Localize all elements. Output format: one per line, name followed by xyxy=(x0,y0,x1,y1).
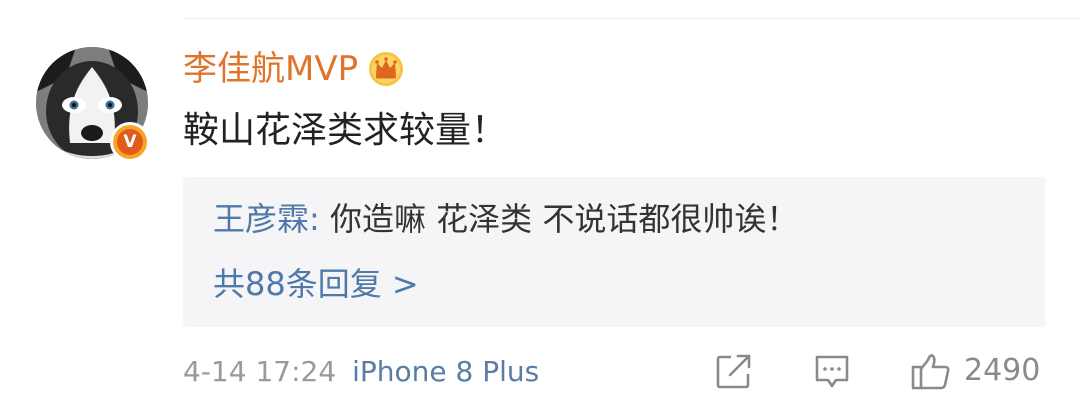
reply-line: 王彦霖: 你造嘛 花泽类 不说话都很帅诶！ xyxy=(213,195,798,243)
like-count: 2490 xyxy=(964,353,1041,388)
comment-icon xyxy=(815,355,849,388)
like-button[interactable]: 2490 xyxy=(910,348,1040,394)
username[interactable]: 李佳航MVP xyxy=(183,46,358,92)
comment-button[interactable] xyxy=(812,348,852,394)
comment-card: V 李佳航MVP 鞍山花泽类求较量！ 王彦霖: 你造嘛 花泽类 不说话都很帅诶！… xyxy=(0,0,1080,411)
share-icon xyxy=(716,354,751,389)
top-divider xyxy=(183,18,1080,19)
comment-meta: 4-14 17:24 iPhone 8 Plus xyxy=(183,350,539,394)
reply-author[interactable]: 王彦霖 xyxy=(213,200,309,238)
crown-icon xyxy=(369,52,404,86)
reply-preview-box[interactable]: 王彦霖: 你造嘛 花泽类 不说话都很帅诶！ 共88条回复 > xyxy=(183,177,1045,327)
comment-text: 鞍山花泽类求较量！ xyxy=(183,110,508,151)
share-button[interactable] xyxy=(714,348,754,394)
comment-timestamp: 4-14 17:24 xyxy=(183,355,337,388)
view-all-replies-link[interactable]: 共88条回复 > xyxy=(213,260,419,308)
username-row: 李佳航MVP xyxy=(183,46,404,92)
thumbs-up-icon xyxy=(911,354,950,390)
verified-badge-letter: V xyxy=(117,129,143,155)
reply-text: 你造嘛 花泽类 不说话都很帅诶！ xyxy=(329,200,799,238)
verified-v-icon: V xyxy=(110,122,150,162)
reply-separator: : xyxy=(309,200,330,238)
device-source: iPhone 8 Plus xyxy=(352,355,540,388)
